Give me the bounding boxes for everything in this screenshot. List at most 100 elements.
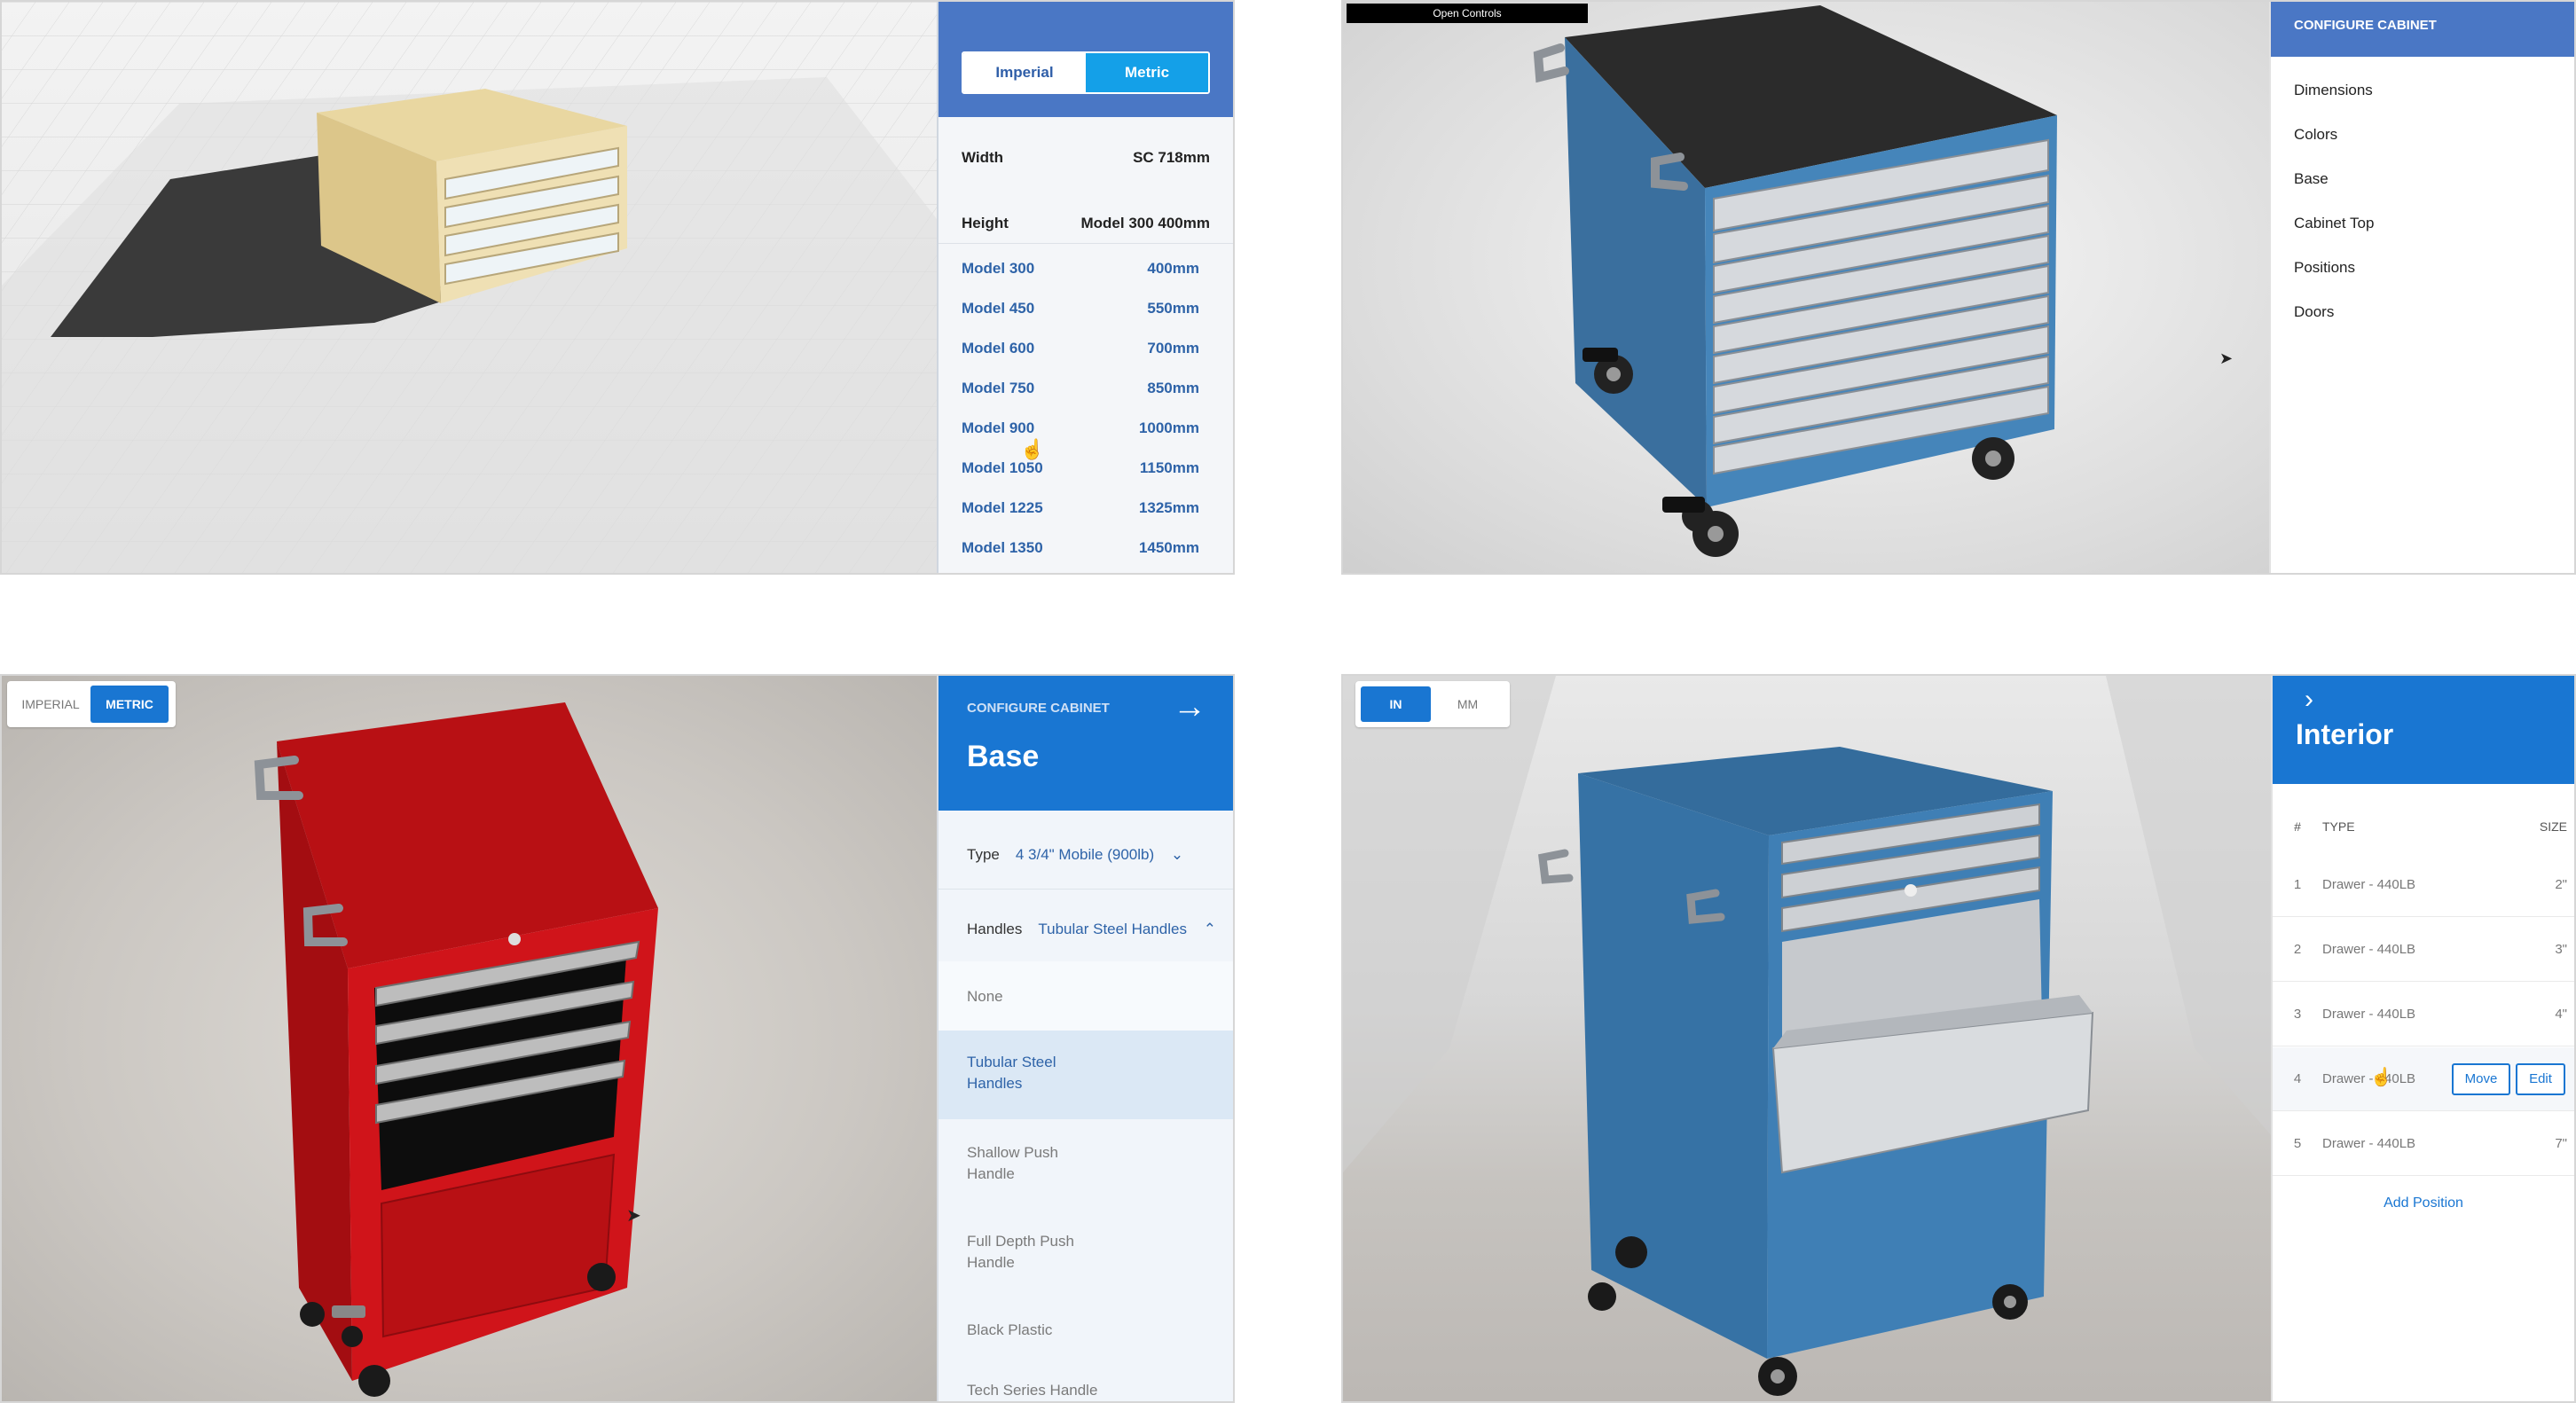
3d-viewport[interactable]: Open Controls ➤ <box>1343 2 2271 573</box>
table-row-hovered[interactable]: 4 Drawer - 440LB Move Edit <box>2273 1047 2574 1111</box>
type-label: Type <box>967 846 1000 863</box>
arrow-right-icon[interactable]: → <box>1173 688 1206 726</box>
imperial-button[interactable]: IMPERIAL <box>11 697 90 711</box>
base-sidebar: CONFIGURE CABINET Base → Type 4 3/4" Mobi… <box>937 676 1233 1401</box>
row-number: 4 <box>2293 1071 2302 1086</box>
model-name: Model 300 <box>962 260 1035 277</box>
blue-cabinet-scene <box>1533 5 2057 557</box>
row-type: Drawer - 440LB <box>2322 1136 2416 1151</box>
width-row[interactable]: Width SC 718mm <box>962 149 1210 167</box>
handle-option-black-plastic[interactable]: Black Plastic <box>939 1297 1233 1364</box>
unit-toggle: Imperial Metric <box>962 51 1210 94</box>
height-value: Model 300 400mm <box>1080 215 1210 231</box>
model-option[interactable]: Model 1050 1150mm <box>962 459 1199 477</box>
handles-label: Handles <box>967 921 1023 937</box>
table-row[interactable]: 5 Drawer - 440LB 7" <box>2273 1112 2574 1176</box>
blue-interior-cabinet-scene <box>1343 676 2273 1396</box>
tan-cabinet-scene <box>2 2 937 573</box>
unit-toggle: IN MM <box>1355 681 1510 727</box>
dimensions-configurator-panel: Imperial Metric Width SC 718mm Height Mo… <box>0 0 1235 575</box>
add-position-link[interactable]: Add Position <box>2273 1195 2574 1211</box>
model-size: 700mm <box>1147 340 1199 357</box>
option-label: Shallow Push <box>967 1144 1059 1161</box>
move-button[interactable]: Move <box>2452 1062 2510 1095</box>
row-number: 2 <box>2293 942 2302 957</box>
model-name: Model 1050 <box>962 459 1043 476</box>
row-number: 5 <box>2293 1136 2302 1151</box>
model-size: 1150mm <box>1139 459 1199 476</box>
model-option[interactable]: Model 900 1000mm <box>962 419 1199 437</box>
model-name: Model 750 <box>962 380 1035 396</box>
menu-item-base[interactable]: Base <box>2294 170 2329 188</box>
option-label: Tech Series Handle <box>967 1382 1098 1399</box>
model-name: Model 1225 <box>962 499 1043 516</box>
pointer-cursor-icon: ➤ <box>2219 349 2234 367</box>
row-size: 2" <box>2555 877 2567 892</box>
handles-select[interactable]: Handles Tubular Steel Handles ⌃ <box>967 921 1216 938</box>
width-label: Width <box>962 149 1004 166</box>
column-type: TYPE <box>2322 819 2355 834</box>
metric-button[interactable]: Metric <box>1086 53 1208 92</box>
model-size: 850mm <box>1147 380 1199 396</box>
configure-cabinet-header: CONFIGURE CABINET <box>2271 2 2574 57</box>
configure-sidebar: CONFIGURE CABINET Dimensions Colors Base… <box>2269 2 2574 573</box>
menu-item-cabinet-top[interactable]: Cabinet Top <box>2294 215 2374 232</box>
handle-option-tubular-steel[interactable]: Tubular Steel Handles <box>939 1031 1233 1119</box>
handle-option-tech-series[interactable]: Tech Series Handle <box>939 1364 1233 1401</box>
model-option[interactable]: Model 1225 1325mm <box>962 499 1199 517</box>
3d-viewport[interactable]: IMPERIAL METRIC ➤ <box>2 676 937 1401</box>
row-size: 7" <box>2555 1136 2567 1151</box>
column-size: SIZE <box>2539 819 2567 834</box>
option-label: None <box>967 988 1003 1005</box>
mm-button[interactable]: MM <box>1431 697 1504 711</box>
chevron-down-icon: ⌄ <box>1170 846 1184 863</box>
height-row[interactable]: Height Model 300 400mm <box>962 215 1210 232</box>
menu-item-dimensions[interactable]: Dimensions <box>2294 82 2373 99</box>
width-value: SC 718mm <box>1133 149 1210 166</box>
handle-option-full-depth-push[interactable]: Full Depth Push Handle <box>939 1208 1233 1297</box>
pointer-cursor-icon: ➤ <box>626 1206 641 1226</box>
option-label: Handle <box>967 1254 1015 1271</box>
model-option[interactable]: Model 300 400mm <box>962 260 1199 278</box>
model-option[interactable]: Model 1350 1450mm <box>962 539 1199 557</box>
table-row[interactable]: 3 Drawer - 440LB 4" <box>2273 983 2574 1046</box>
configure-cabinet-kicker: CONFIGURE CABINET <box>967 701 1110 716</box>
chevron-right-icon[interactable]: › <box>2305 685 2313 715</box>
type-value: 4 3/4" Mobile (900lb) <box>1015 846 1155 863</box>
row-type: Drawer - 440LB <box>2322 942 2416 957</box>
option-label: Full Depth Push <box>967 1233 1074 1250</box>
in-button[interactable]: IN <box>1361 686 1432 722</box>
page-title: Interior <box>2296 718 2394 750</box>
model-size: 1450mm <box>1138 539 1199 556</box>
model-option[interactable]: Model 750 850mm <box>962 380 1199 397</box>
3d-viewport[interactable] <box>2 2 937 573</box>
table-row[interactable]: 1 Drawer - 440LB 2" <box>2273 853 2574 917</box>
height-label: Height <box>962 215 1009 231</box>
menu-item-positions[interactable]: Positions <box>2294 259 2355 277</box>
open-controls-button[interactable]: Open Controls <box>1347 4 1588 23</box>
model-name: Model 600 <box>962 340 1035 357</box>
model-name: Model 1350 <box>962 539 1043 556</box>
metric-button[interactable]: METRIC <box>90 686 169 723</box>
3d-viewport[interactable]: IN MM <box>1343 676 2273 1401</box>
option-label: Black Plastic <box>967 1321 1053 1338</box>
handle-option-none[interactable]: None <box>939 961 1233 1031</box>
menu-item-colors[interactable]: Colors <box>2294 126 2337 144</box>
row-type: Drawer - 440LB <box>2322 877 2416 892</box>
divider <box>939 889 1233 890</box>
imperial-button[interactable]: Imperial <box>963 53 1086 92</box>
row-number: 1 <box>2293 877 2302 892</box>
type-select[interactable]: Type 4 3/4" Mobile (900lb) ⌄ <box>967 846 1183 864</box>
divider <box>939 243 1233 244</box>
menu-item-doors[interactable]: Doors <box>2294 303 2334 321</box>
handle-option-shallow-push[interactable]: Shallow Push Handle <box>939 1119 1233 1208</box>
table-row[interactable]: 2 Drawer - 440LB 3" <box>2273 918 2574 982</box>
model-option[interactable]: Model 600 700mm <box>962 340 1199 357</box>
model-option[interactable]: Model 450 550mm <box>962 300 1199 317</box>
edit-button[interactable]: Edit <box>2516 1062 2565 1095</box>
row-number: 3 <box>2293 1007 2302 1022</box>
handles-value: Tubular Steel Handles <box>1038 921 1187 937</box>
sidebar-header: Imperial Metric <box>939 2 1233 117</box>
option-label: Handles <box>967 1075 1023 1092</box>
model-size: 400mm <box>1147 260 1199 277</box>
